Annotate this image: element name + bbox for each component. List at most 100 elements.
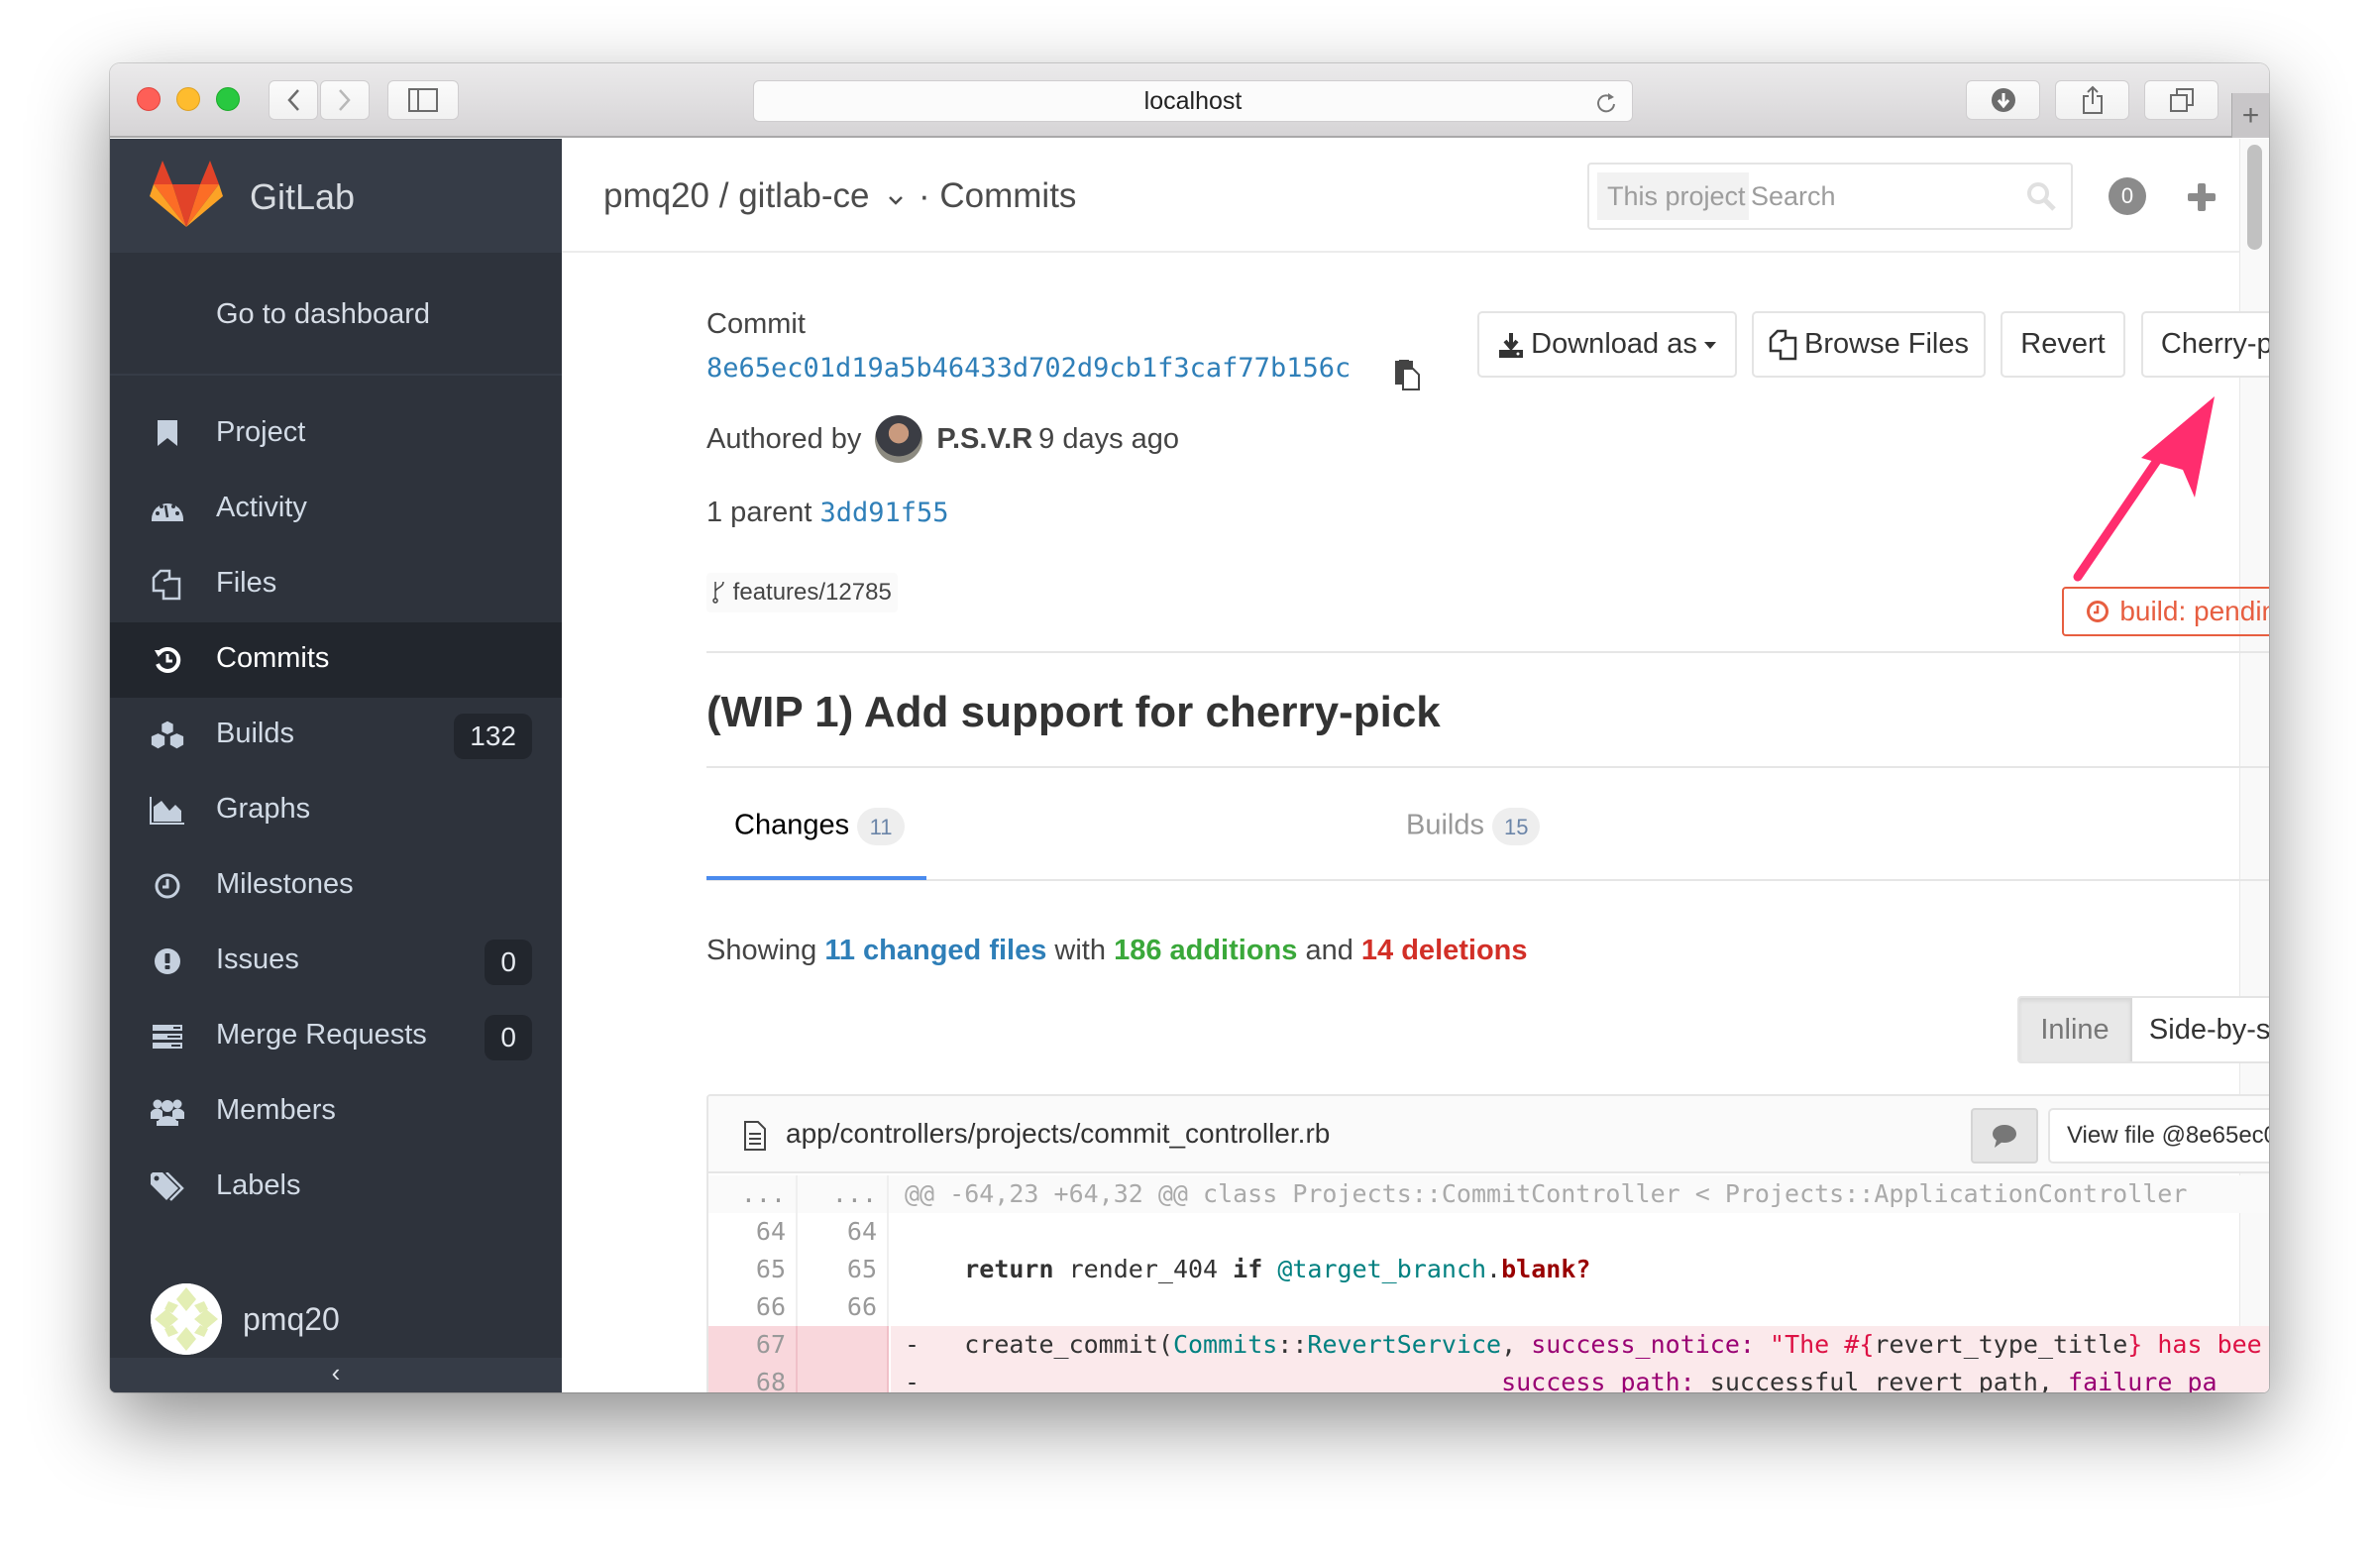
main-area: pmq20 / gitlab-ce · Commits This project… bbox=[562, 139, 2269, 1392]
branch-label[interactable]: features/12785 bbox=[706, 573, 898, 612]
side-by-side-view-button[interactable]: Side-by-side bbox=[2132, 998, 2269, 1061]
share-button[interactable] bbox=[2055, 80, 2129, 120]
history-icon bbox=[150, 642, 185, 678]
tasks-icon bbox=[150, 1019, 185, 1054]
commit-content: Commit 8e65ec01d19a5b46433d702d9cb1f3caf… bbox=[562, 253, 2269, 1392]
browser-toolbar: localhost + bbox=[110, 63, 2269, 138]
branch-icon bbox=[712, 581, 724, 604]
sidebar-brand[interactable]: GitLab bbox=[110, 139, 562, 253]
file-text-icon bbox=[744, 1121, 766, 1151]
tabs-overview-button[interactable] bbox=[2144, 80, 2218, 120]
inline-view-button[interactable]: Inline bbox=[2019, 998, 2132, 1061]
changes-count-badge: 11 bbox=[857, 808, 906, 845]
sidebar-item-graphs[interactable]: Graphs bbox=[110, 773, 562, 848]
toggle-comments-button[interactable] bbox=[1971, 1108, 2038, 1164]
comment-icon bbox=[1993, 1125, 2016, 1148]
author-avatar[interactable] bbox=[875, 415, 923, 463]
notifications-badge[interactable]: 0 bbox=[2109, 177, 2146, 215]
top-header: pmq20 / gitlab-ce · Commits This project… bbox=[562, 139, 2269, 253]
build-status-badge[interactable]: build: pending bbox=[2062, 587, 2269, 636]
address-bar[interactable]: localhost bbox=[753, 80, 1633, 122]
copy-clipboard-icon[interactable] bbox=[1393, 359, 1421, 390]
sidebar-user[interactable]: pmq20 bbox=[110, 1283, 562, 1359]
browser-window: localhost + GitLab Go to dashboard Proje… bbox=[110, 63, 2269, 1392]
sidebar-item-commits[interactable]: Commits bbox=[110, 622, 562, 698]
sidebar-item-merge-requests[interactable]: Merge Requests 0 bbox=[110, 999, 562, 1074]
breadcrumb: pmq20 / gitlab-ce · Commits bbox=[603, 176, 1077, 215]
bookmark-icon bbox=[150, 416, 185, 452]
diff-line: 64 64 bbox=[708, 1213, 2269, 1251]
exclamation-circle-icon bbox=[150, 943, 185, 979]
sidebar-item-activity[interactable]: Activity bbox=[110, 472, 562, 547]
download-as-dropdown[interactable]: Download as bbox=[1477, 311, 1737, 378]
plus-icon[interactable] bbox=[2187, 182, 2217, 212]
section-title: · Commits bbox=[918, 176, 1077, 215]
search-scope[interactable]: This project bbox=[1597, 172, 1749, 220]
cubes-icon bbox=[150, 718, 185, 753]
chevron-left-icon: ‹ bbox=[331, 1358, 341, 1387]
downloads-button[interactable] bbox=[1966, 80, 2040, 120]
diff-line-removed: 67 - create_commit(Commits::RevertServic… bbox=[708, 1326, 2269, 1364]
new-tab-button[interactable]: + bbox=[2231, 93, 2269, 138]
cherry-pick-button[interactable]: Cherry-pick bbox=[2141, 311, 2269, 378]
namespace-link[interactable]: pmq20 bbox=[603, 176, 709, 215]
tab-builds[interactable]: Builds 15 bbox=[1406, 808, 1541, 845]
divider bbox=[706, 766, 2269, 768]
file-path[interactable]: app/controllers/projects/commit_controll… bbox=[786, 1118, 1330, 1150]
zoom-window-button[interactable] bbox=[216, 87, 240, 111]
sidebar-item-members[interactable]: Members bbox=[110, 1074, 562, 1150]
tab-changes[interactable]: Changes 11 bbox=[734, 808, 906, 845]
diff-view-toggle: Inline Side-by-side bbox=[2017, 996, 2269, 1063]
sidebar-item-files[interactable]: Files bbox=[110, 547, 562, 622]
back-button[interactable] bbox=[269, 80, 318, 120]
search-input[interactable]: This project Search bbox=[1587, 163, 2073, 230]
sidebar-item-issues[interactable]: Issues 0 bbox=[110, 924, 562, 999]
active-tab-indicator bbox=[706, 876, 926, 880]
close-window-button[interactable] bbox=[137, 87, 161, 111]
divider bbox=[706, 651, 2269, 653]
sidebar-item-milestones[interactable]: Milestones bbox=[110, 848, 562, 924]
author-name[interactable]: P.S.V.R bbox=[936, 423, 1032, 456]
commit-title: (WIP 1) Add support for cherry-pick bbox=[706, 688, 1441, 736]
files-icon bbox=[150, 567, 185, 603]
commit-parent-line: 1 parent 3dd91f55 bbox=[706, 497, 949, 528]
project-link[interactable]: gitlab-ce bbox=[738, 176, 869, 215]
deletions-count: 14 deletions bbox=[1360, 935, 1528, 966]
tabs-border bbox=[706, 879, 2269, 881]
diff-hunk-header: ...... @@ -64,23 +64,32 @@ class Project… bbox=[708, 1175, 2269, 1213]
tabs-icon bbox=[2169, 88, 2194, 112]
scrollbar-thumb[interactable] bbox=[2247, 145, 2262, 250]
download-icon bbox=[1499, 332, 1524, 358]
changed-files-link[interactable]: 11 changed files bbox=[824, 935, 1046, 966]
clock-icon bbox=[150, 868, 185, 904]
parent-sha-link[interactable]: 3dd91f55 bbox=[819, 498, 948, 528]
browse-files-button[interactable]: Browse Files bbox=[1752, 311, 1986, 378]
diff-line: 65 65 return render_404 if @target_branch… bbox=[708, 1251, 2269, 1288]
collapse-sidebar-button[interactable]: ‹ bbox=[110, 1358, 562, 1392]
merge-requests-count-badge: 0 bbox=[485, 1015, 532, 1060]
sidebar-item-labels[interactable]: Labels bbox=[110, 1150, 562, 1225]
issues-count-badge: 0 bbox=[485, 940, 532, 985]
search-placeholder: Search bbox=[1751, 181, 1836, 211]
view-file-button[interactable]: View file @8e65ec0 bbox=[2048, 1108, 2269, 1164]
download-icon bbox=[1991, 88, 2015, 112]
gitlab-logo-icon bbox=[150, 161, 223, 227]
builds-count-badge: 15 bbox=[1492, 808, 1541, 845]
go-to-dashboard-link[interactable]: Go to dashboard bbox=[110, 253, 562, 376]
sidebar-item-builds[interactable]: Builds 132 bbox=[110, 698, 562, 773]
diff-summary: Showing 11 changed files with 186 additi… bbox=[706, 935, 1528, 966]
forward-button[interactable] bbox=[320, 80, 370, 120]
commit-label: Commit bbox=[706, 308, 806, 340]
files-icon bbox=[1769, 329, 1797, 360]
tags-icon bbox=[150, 1169, 185, 1205]
minimize-window-button[interactable] bbox=[176, 87, 200, 111]
code-line-render-404: return render_404 if @target_branch.blan… bbox=[964, 1255, 1591, 1283]
sidebar-item-project[interactable]: Project bbox=[110, 396, 562, 472]
reload-icon[interactable] bbox=[1594, 90, 1618, 114]
revert-button[interactable]: Revert bbox=[2001, 311, 2125, 378]
chevron-down-icon[interactable] bbox=[887, 193, 905, 207]
commit-sha[interactable]: 8e65ec01d19a5b46433d702d9cb1f3caf77b156c bbox=[706, 353, 1351, 384]
user-avatar bbox=[151, 1283, 222, 1355]
sidebar-toggle-button[interactable] bbox=[387, 80, 459, 120]
dashboard-icon bbox=[150, 492, 185, 527]
